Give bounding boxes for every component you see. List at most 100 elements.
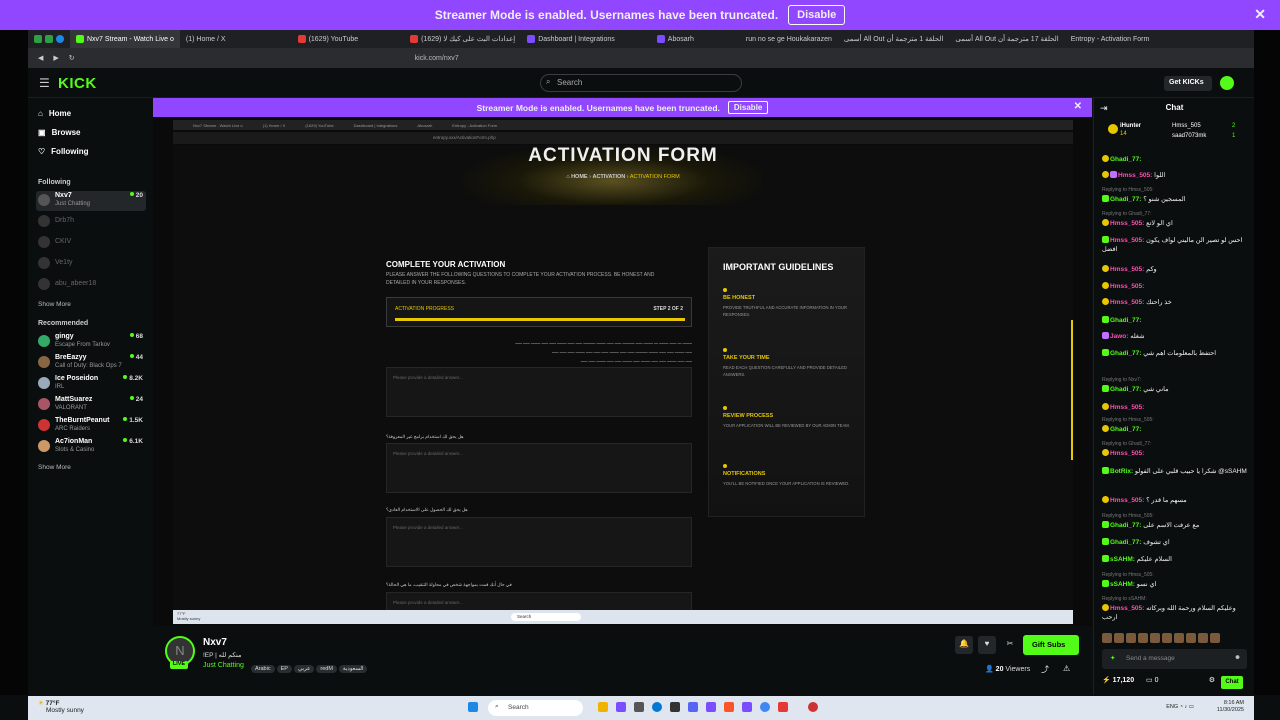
app-icon[interactable] — [808, 702, 818, 712]
nav-browse[interactable]: ▣ Browse — [38, 128, 80, 137]
channel-info: N LIVE Nxv7 !EP | منكم لله Just Chatting… — [153, 626, 1093, 696]
app-icon[interactable] — [742, 702, 752, 712]
viewer-count: 👤 20 Viewers — [985, 666, 1031, 673]
settings-icon[interactable]: ⚙ — [1209, 676, 1215, 684]
emote-icon[interactable] — [1198, 633, 1208, 643]
taskbar-search[interactable]: ⌕ Search — [488, 700, 583, 716]
browser-tab[interactable]: (1629) YouTube — [292, 30, 365, 48]
browser-tab[interactable]: Entropy - Activation Form — [1065, 30, 1156, 48]
sidebar-channel[interactable]: Ac7ionMan Slots & Casino 6.1K — [36, 437, 146, 457]
app-icon[interactable] — [34, 35, 42, 43]
sidebar-channel[interactable]: BreEazyy Call of Duty: Black Ops 7 44 — [36, 353, 146, 373]
clip-icon[interactable]: ✂ — [1001, 636, 1019, 654]
emote-icon[interactable] — [1114, 633, 1124, 643]
emote-icon[interactable] — [1126, 633, 1136, 643]
browser-tab[interactable]: Nxv7 Stream - Watch Live o — [70, 30, 180, 48]
get-kicks-button[interactable]: Get KICKs — [1164, 76, 1212, 91]
sidebar-channel[interactable]: abu_abeer18 — [36, 275, 146, 295]
browser-tab[interactable]: run no se ge Houkakarazen — [740, 30, 838, 48]
sidebar-channel[interactable]: Nxv7 Just Chatting 20 — [36, 191, 146, 211]
notification-bell-icon[interactable]: 🔔 — [955, 636, 973, 654]
emote-icon[interactable] — [1186, 633, 1196, 643]
back-icon[interactable]: ◀ — [38, 54, 43, 62]
chat-message: Replying to Hmss_505: sSAHM: اي نسو — [1102, 572, 1157, 588]
app-icon[interactable] — [616, 702, 626, 712]
kick-icon — [76, 35, 84, 43]
system-tray[interactable]: ENG ◔ ♪ ▭ — [1166, 704, 1194, 710]
emote-icon[interactable] — [1174, 633, 1184, 643]
browser-tab[interactable]: Dashboard | Integrations — [521, 30, 621, 48]
browser-tab[interactable]: (1629) إعدادات البث على كيك لا — [404, 30, 521, 48]
sidebar-channel[interactable]: Ice Poseidon IRL 8.2K — [36, 374, 146, 394]
avatar — [38, 356, 50, 368]
video-player[interactable]: Streamer Mode is enabled. Usernames have… — [153, 98, 1092, 626]
chat-message: Hmss_505: وكم — [1102, 265, 1247, 274]
gift-subs-button[interactable]: Gift Subs — [1023, 635, 1079, 655]
chat-send-button[interactable]: Chat — [1221, 676, 1243, 689]
tag[interactable]: EP — [276, 665, 292, 673]
channel-name[interactable]: Nxv7 — [203, 637, 227, 648]
discord-icon[interactable] — [688, 702, 698, 712]
browser-tab[interactable]: (1) Home / X — [180, 30, 232, 48]
app-icon[interactable] — [56, 35, 64, 43]
tag[interactable]: redM — [316, 665, 337, 673]
clock[interactable]: 8:16 AM 11/30/2025 — [1217, 700, 1244, 714]
chrome-icon[interactable] — [760, 702, 770, 712]
sidebar-channel[interactable]: MattSuarez VALORANT 24 — [36, 395, 146, 415]
reload-icon[interactable]: ↻ — [69, 54, 75, 62]
sidebar-channel[interactable]: TheBurntPeanut ARC Raiders 1.5K — [36, 416, 146, 436]
chat-message: Hmss_505: اللوا — [1102, 171, 1247, 180]
sidebar-channel[interactable]: Drb7h — [36, 212, 146, 232]
emote-icon[interactable] — [1138, 633, 1148, 643]
nav-following[interactable]: ♡ Following — [38, 147, 89, 156]
follow-heart-icon[interactable]: ♥ — [978, 636, 996, 654]
show-more-link[interactable]: Show More — [38, 464, 71, 471]
app-icon[interactable] — [706, 702, 716, 712]
browser-tab[interactable]: Abosarh — [651, 30, 700, 48]
app-icon[interactable] — [670, 702, 680, 712]
chat-input[interactable]: ✦ Send a message ☻ — [1102, 649, 1247, 669]
sidebar-channel[interactable]: gingy Escape From Tarkov 68 — [36, 332, 146, 352]
weather-widget[interactable]: ☀ 77°F Mostly sunny — [38, 700, 84, 714]
tag[interactable]: السعودية — [338, 665, 368, 673]
emoji-icon[interactable]: ☻ — [1234, 654, 1241, 661]
windows-start-icon[interactable] — [468, 702, 478, 712]
badge-icon — [1102, 195, 1109, 202]
emote-icon[interactable] — [1150, 633, 1160, 643]
browser-tab[interactable]: أسمى All Out الحلقة 1 مترجمة أن — [838, 30, 950, 48]
forward-icon[interactable]: ▶ — [53, 54, 58, 62]
badge-icon — [1102, 555, 1109, 562]
kick-logo[interactable]: KICK — [58, 75, 97, 92]
emote-icon[interactable] — [1102, 633, 1112, 643]
emote-icon[interactable] — [1210, 633, 1220, 643]
app-icon[interactable] — [778, 702, 788, 712]
badge-icon — [1102, 282, 1109, 289]
answer-textarea: Please provide a detailed answer... — [386, 367, 692, 417]
brave-icon[interactable] — [724, 702, 734, 712]
menu-icon[interactable]: ☰ — [39, 76, 50, 90]
app-icon[interactable] — [45, 35, 53, 43]
edge-icon[interactable] — [652, 702, 662, 712]
bullet-icon — [723, 288, 727, 292]
avatar[interactable] — [1220, 76, 1234, 90]
chat-message: Hmss_505: مسهم ما قدر ؟ — [1102, 496, 1247, 505]
browser-tab[interactable]: أسمى All Out الحلقة 17 مترجمة أن — [949, 30, 1064, 48]
close-icon[interactable]: ✕ — [1254, 6, 1266, 23]
show-more-link[interactable]: Show More — [38, 301, 71, 308]
avatar — [38, 335, 50, 347]
url-field[interactable]: kick.com/nxv7 — [415, 55, 459, 62]
sidebar-channel[interactable]: CKIV — [36, 233, 146, 253]
app-icon[interactable] — [634, 702, 644, 712]
file-explorer-icon[interactable] — [598, 702, 608, 712]
answer-textarea: Please provide a detailed answer... — [386, 517, 692, 567]
sidebar-channel[interactable]: Ve1ty — [36, 254, 146, 274]
stream-category[interactable]: Just Chatting — [203, 662, 244, 669]
share-icon[interactable]: ⤴ — [1041, 664, 1049, 675]
nav-home[interactable]: ⌂ Home — [38, 109, 71, 118]
tag[interactable]: Arabic — [251, 665, 275, 673]
emote-icon[interactable] — [1162, 633, 1172, 643]
tag[interactable]: عربي — [293, 665, 315, 673]
report-icon[interactable]: ⚠ — [1063, 664, 1070, 673]
search-input[interactable]: ⌕ Search — [540, 74, 742, 92]
disable-button[interactable]: Disable — [788, 5, 846, 25]
